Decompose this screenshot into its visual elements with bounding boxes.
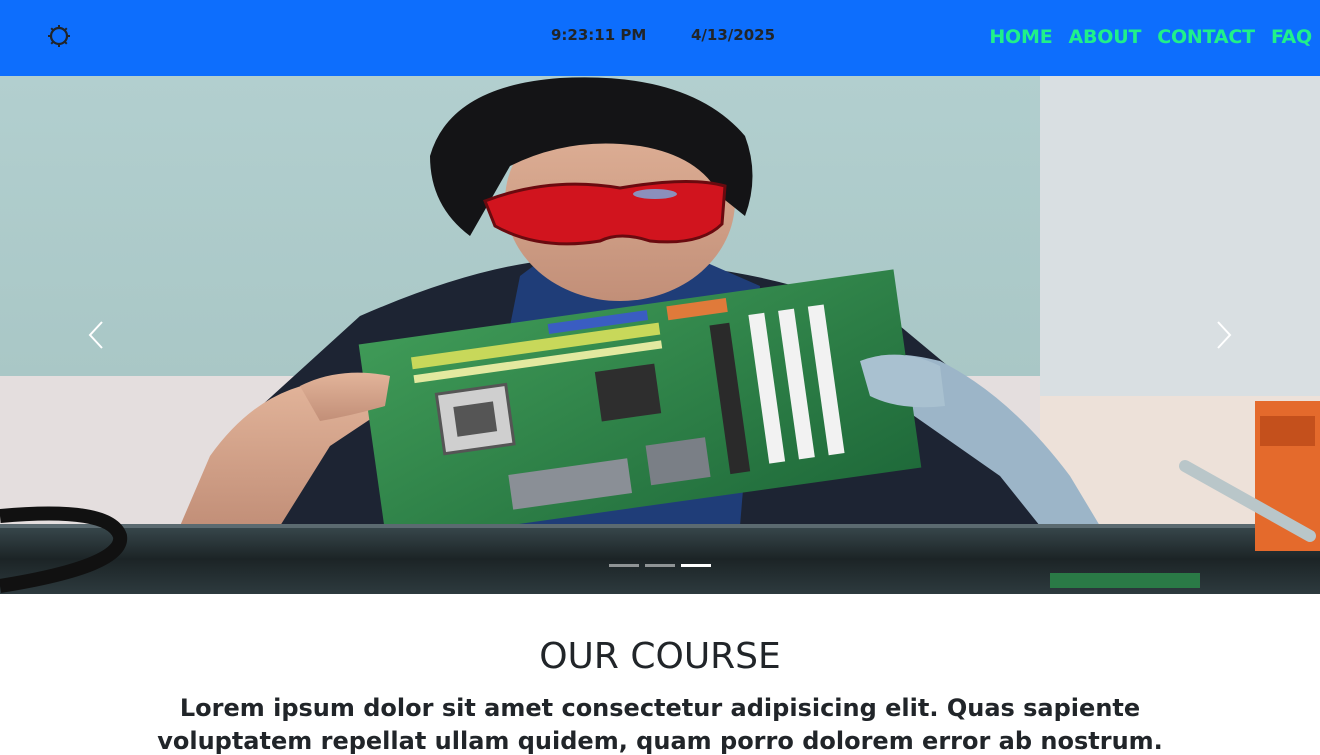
clock-time: 9:23:11 PM — [551, 26, 647, 44]
nav-link-about[interactable]: ABOUT — [1069, 26, 1142, 48]
chevron-left-icon — [88, 321, 103, 349]
carousel-slide-image — [0, 76, 1320, 594]
carousel-indicator-1[interactable] — [609, 564, 639, 567]
current-date: 4/13/2025 — [691, 26, 776, 44]
nav-link-home[interactable]: HOME — [989, 26, 1052, 48]
gear-icon[interactable] — [47, 24, 71, 48]
carousel-prev-button[interactable] — [76, 312, 116, 358]
course-title: OUR COURSE — [539, 636, 781, 677]
nav-links: HOME ABOUT CONTACT FAQ — [989, 26, 1312, 48]
carousel-indicators — [609, 564, 711, 567]
nav-link-contact[interactable]: CONTACT — [1157, 26, 1255, 48]
carousel-indicator-2[interactable] — [645, 564, 675, 567]
navbar: 9:23:11 PM 4/13/2025 HOME ABOUT CONTACT … — [0, 0, 1320, 76]
carousel-indicator-3[interactable] — [681, 564, 711, 567]
hero-carousel — [0, 76, 1320, 594]
chevron-right-icon — [1217, 321, 1232, 349]
course-description: Lorem ipsum dolor sit amet consectetur a… — [157, 694, 1163, 755]
nav-link-faq[interactable]: FAQ — [1271, 26, 1312, 48]
carousel-next-button[interactable] — [1204, 312, 1244, 358]
